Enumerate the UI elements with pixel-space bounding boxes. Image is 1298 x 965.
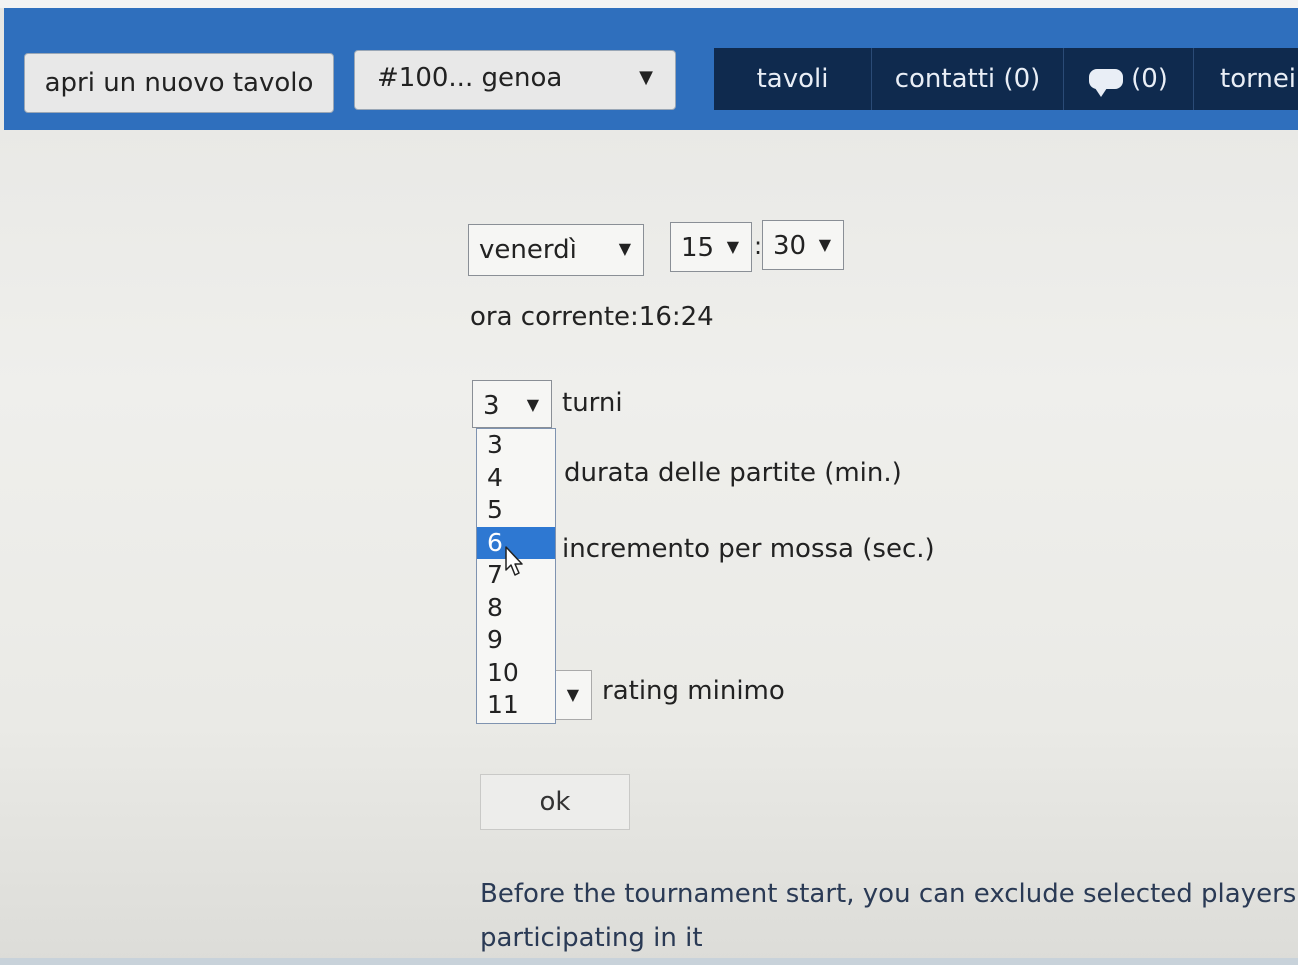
nav-messages[interactable]: (0) xyxy=(1064,48,1194,110)
messages-count: (0) xyxy=(1131,64,1168,94)
chevron-down-icon: ▼ xyxy=(818,235,831,254)
minute-select-value: 30 xyxy=(773,231,807,261)
rounds-select-value: 3 xyxy=(483,391,500,421)
rounds-label: turni xyxy=(562,388,623,418)
rounds-option[interactable]: 4 xyxy=(477,462,555,495)
rounds-option[interactable]: 3 xyxy=(477,429,555,462)
current-time: ora corrente:16:24 xyxy=(470,302,714,332)
chevron-down-icon: ▼ xyxy=(639,67,653,88)
rounds-option[interactable]: 5 xyxy=(477,494,555,527)
hour-select-value: 15 xyxy=(681,233,715,263)
nav-tables[interactable]: tavoli xyxy=(714,48,872,110)
rounds-option[interactable]: 11 xyxy=(477,689,555,722)
rating-label: rating minimo xyxy=(602,676,785,706)
bottom-strip xyxy=(0,958,1298,965)
time-separator: : xyxy=(754,232,763,260)
browser-top-strip xyxy=(0,0,1298,8)
ok-button[interactable]: ok xyxy=(480,774,630,830)
mouse-pointer-icon xyxy=(505,546,523,576)
hour-select[interactable]: 15 ▼ xyxy=(670,222,752,272)
chevron-down-icon: ▼ xyxy=(566,685,579,704)
main-nav: tavoli contatti (0) (0) tornei xyxy=(714,48,1298,110)
increment-label: incremento per mossa (sec.) xyxy=(562,534,935,564)
rounds-option[interactable]: 9 xyxy=(477,624,555,657)
table-select-value: #100... genoa xyxy=(377,63,563,93)
new-table-button[interactable]: apri un nuovo tavolo xyxy=(24,53,334,113)
chevron-down-icon: ▼ xyxy=(726,237,739,256)
tournament-setup-page: apri un nuovo tavolo #100... genoa ▼ tav… xyxy=(0,0,1298,965)
chat-bubble-icon xyxy=(1089,69,1124,97)
nav-contacts[interactable]: contatti (0) xyxy=(872,48,1064,110)
day-select[interactable]: venerdì ▼ xyxy=(468,224,644,276)
rounds-option[interactable]: 10 xyxy=(477,657,555,690)
chevron-down-icon: ▼ xyxy=(618,239,631,258)
day-select-value: venerdì xyxy=(479,235,577,265)
table-select[interactable]: #100... genoa ▼ xyxy=(354,50,676,110)
rounds-option[interactable]: 8 xyxy=(477,592,555,625)
chevron-down-icon: ▼ xyxy=(526,395,539,414)
minute-select[interactable]: 30 ▼ xyxy=(762,220,844,270)
duration-label: durata delle partite (min.) xyxy=(564,458,902,488)
rounds-select[interactable]: 3 ▼ xyxy=(472,380,552,428)
nav-tournaments[interactable]: tornei xyxy=(1194,48,1298,110)
exclude-players-note: Before the tournament start, you can exc… xyxy=(480,879,1297,953)
top-header: apri un nuovo tavolo #100... genoa ▼ tav… xyxy=(4,8,1298,130)
